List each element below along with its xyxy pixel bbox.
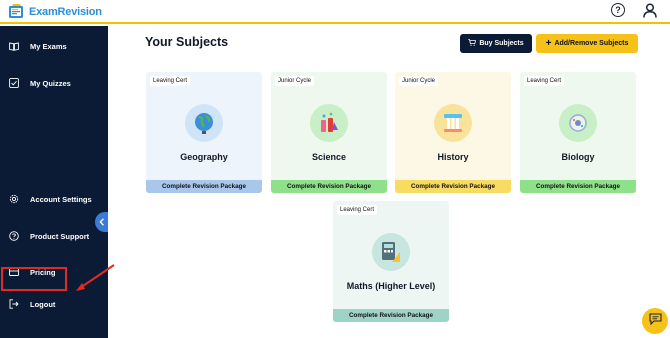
sidebar-item-label: Product Support: [30, 231, 90, 241]
logo-icon: [8, 3, 25, 20]
help-icon: [9, 231, 19, 241]
sidebar-collapse-button[interactable]: [95, 212, 108, 232]
subject-name: Science: [311, 152, 347, 162]
globe-icon: [185, 104, 223, 142]
sidebar-item-label: Logout: [30, 299, 56, 309]
plus-icon: +: [545, 37, 552, 49]
subject-name: Geography: [180, 152, 228, 162]
package-label: Complete Revision Package: [271, 180, 387, 193]
subject-name: Biology: [561, 152, 595, 162]
cell-icon: [559, 104, 597, 142]
level-badge: Junior Cycle: [399, 76, 439, 86]
flask-icon: [310, 104, 348, 142]
package-label: Complete Revision Package: [395, 180, 511, 193]
red-arrow-annotation: [76, 264, 115, 291]
subject-card-science[interactable]: Junior Cycle Science Complete Revision P…: [271, 72, 387, 193]
main-content: Your Subjects Buy Subjects + Add/Remove …: [108, 26, 670, 338]
help-icon[interactable]: ?: [611, 3, 625, 17]
pillar-icon: [434, 104, 472, 142]
sidebar-item-my-exams[interactable]: My Exams: [0, 36, 108, 56]
gear-icon: [9, 194, 19, 204]
chat-support-button[interactable]: [642, 308, 668, 334]
sidebar-item-label: Account Settings: [30, 194, 92, 204]
subject-name: Maths (Higher Level): [346, 281, 436, 291]
book-icon: [9, 41, 19, 51]
calculator-icon: [372, 233, 410, 271]
package-label: Complete Revision Package: [520, 180, 636, 193]
brand-name: ExamRevision: [29, 5, 102, 18]
chevron-left-icon: [98, 213, 105, 231]
logout-icon: [9, 299, 19, 309]
subject-name: History: [437, 152, 469, 162]
sidebar-item-label: My Quizzes: [30, 78, 71, 88]
package-label: Complete Revision Package: [146, 180, 262, 193]
sidebar-item-account-settings[interactable]: Account Settings: [0, 189, 108, 209]
cart-icon: [468, 39, 477, 48]
add-remove-subjects-button[interactable]: + Add/Remove Subjects: [536, 34, 638, 53]
sidebar-item-logout[interactable]: Logout: [0, 294, 108, 314]
logout-highlight-box: [1, 267, 67, 291]
add-remove-subjects-label: Add/Remove Subjects: [554, 40, 629, 47]
subject-card-history[interactable]: Junior Cycle History Complete Revision P…: [395, 72, 511, 193]
user-icon[interactable]: [643, 3, 657, 18]
checkbox-icon: [9, 78, 19, 88]
sidebar-item-product-support[interactable]: Product Support: [0, 226, 108, 246]
sidebar-item-my-quizzes[interactable]: My Quizzes: [0, 73, 108, 93]
top-bar: ExamRevision ?: [0, 0, 670, 24]
brand-logo[interactable]: ExamRevision: [8, 3, 102, 20]
level-badge: Leaving Cert: [337, 205, 378, 215]
level-badge: Leaving Cert: [150, 76, 191, 86]
sidebar-item-label: My Exams: [30, 41, 67, 51]
level-badge: Junior Cycle: [275, 76, 315, 86]
subject-card-maths-higher-level[interactable]: Leaving Cert Maths (Higher Level) Comple…: [333, 201, 449, 322]
level-badge: Leaving Cert: [524, 76, 565, 86]
page-title: Your Subjects: [145, 35, 229, 49]
buy-subjects-label: Buy Subjects: [479, 40, 524, 47]
subject-card-biology[interactable]: Leaving Cert Biology Complete Revision P…: [520, 72, 636, 193]
chat-icon: [648, 312, 662, 330]
package-label: Complete Revision Package: [333, 309, 449, 322]
subject-card-geography[interactable]: Leaving Cert Geography Complete Revision…: [146, 72, 262, 193]
buy-subjects-button[interactable]: Buy Subjects: [460, 34, 532, 53]
